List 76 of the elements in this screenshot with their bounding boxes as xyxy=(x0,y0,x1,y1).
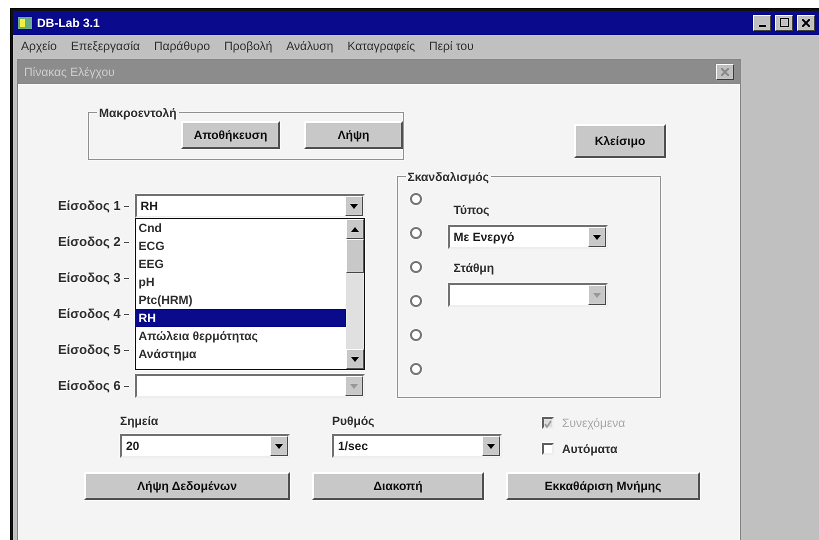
down-arrow-icon xyxy=(350,384,358,388)
input-label: Είσοδος 1 xyxy=(58,197,121,216)
scroll-thumb[interactable] xyxy=(346,239,364,273)
down-arrow-icon xyxy=(350,204,358,208)
close-icon xyxy=(802,18,810,27)
radio-button[interactable] xyxy=(410,295,422,307)
close-dialog-button[interactable]: Κλείσιμο xyxy=(574,124,666,158)
input-label: Είσοδος 4 xyxy=(58,305,121,324)
minimize-button[interactable] xyxy=(753,15,771,31)
dropdown-arrow-button[interactable] xyxy=(588,285,606,305)
input-label: Είσοδος 2 xyxy=(58,233,121,252)
radio-button[interactable] xyxy=(410,193,422,205)
dropdown-arrow-button[interactable] xyxy=(482,436,500,456)
dropdown-option[interactable]: Ptc(HRM) xyxy=(136,291,346,309)
down-arrow-icon xyxy=(592,234,601,240)
type-label: Τύπος xyxy=(454,202,490,219)
action-button[interactable]: Εκκαθάριση Μνήμης xyxy=(506,472,700,500)
window-title: DB-Lab 3.1 xyxy=(37,15,101,32)
radio-button[interactable] xyxy=(410,227,422,239)
maximize-icon xyxy=(780,18,788,28)
app-icon xyxy=(17,16,33,30)
checkbox[interactable] xyxy=(542,443,554,455)
input-label: Είσοδος 5 xyxy=(58,341,121,360)
dropdown-option[interactable]: ECG xyxy=(136,237,346,255)
rate-dropdown[interactable]: 1/sec xyxy=(332,434,502,458)
radio-button[interactable] xyxy=(410,329,422,341)
action-button[interactable]: Λήψη Δεδομένων xyxy=(84,472,290,500)
radio-button[interactable] xyxy=(410,261,422,273)
input-dropdown[interactable]: RH xyxy=(134,194,365,218)
points-label: Σημεία xyxy=(120,413,160,430)
level-label: Στάθμη xyxy=(454,260,496,277)
dropdown-option[interactable]: Απώλεια θερμότητας xyxy=(136,327,346,345)
input-label: Είσοδος 6 xyxy=(58,377,121,396)
rate-label: Ρυθμός xyxy=(332,413,376,430)
menu-item[interactable]: Αρχείο xyxy=(21,37,57,55)
menu-item[interactable]: Καταγραφείς xyxy=(347,37,416,55)
down-arrow-icon xyxy=(487,444,495,448)
dropdown-option[interactable]: EEG xyxy=(136,255,346,273)
scroll-up-button[interactable] xyxy=(346,219,364,239)
maximize-button[interactable] xyxy=(775,15,793,31)
action-button[interactable]: Διακοπή xyxy=(312,472,484,500)
input-dropdown[interactable] xyxy=(134,374,365,398)
down-arrow-icon xyxy=(275,444,283,448)
dropdown-option[interactable]: RH xyxy=(136,309,346,327)
macro-button[interactable]: Λήψη xyxy=(304,121,403,149)
points-dropdown[interactable]: 20 xyxy=(120,434,290,458)
close-icon xyxy=(721,68,729,76)
checkmark-icon xyxy=(544,420,552,428)
menu-item[interactable]: Ανάλυση xyxy=(286,37,334,55)
dropdown-arrow-button[interactable] xyxy=(588,227,606,247)
checkbox-label: Συνεχόμενα xyxy=(562,415,626,432)
dropdown-option[interactable]: Ανάστημα xyxy=(136,345,346,363)
down-arrow-icon xyxy=(350,356,359,362)
dropdown-option[interactable]: Cnd xyxy=(136,219,346,237)
scrollbar[interactable] xyxy=(346,219,364,369)
menu-item[interactable]: Προβολή xyxy=(224,37,272,55)
level-dropdown[interactable] xyxy=(448,283,608,307)
macro-button[interactable]: Αποθήκευση xyxy=(181,121,280,149)
dialog-close-button[interactable] xyxy=(716,64,734,80)
radio-button[interactable] xyxy=(410,363,422,375)
scroll-down-button[interactable] xyxy=(346,349,364,369)
input-label: Είσοδος 3 xyxy=(58,269,121,288)
dropdown-arrow-button[interactable] xyxy=(270,436,288,456)
type-dropdown[interactable]: Με Ενεργό xyxy=(448,225,608,249)
menu-item[interactable]: Παράθυρο xyxy=(154,37,210,55)
dropdown-arrow-button[interactable] xyxy=(344,376,363,396)
dropdown-option[interactable]: pH xyxy=(136,273,346,291)
minimize-icon xyxy=(758,24,766,27)
dropdown-arrow-button[interactable] xyxy=(344,196,363,216)
down-arrow-icon xyxy=(592,292,601,298)
menu-item[interactable]: Επεξεργασία xyxy=(70,37,140,55)
up-arrow-icon xyxy=(350,226,359,232)
dialog-title: Πίνακας Ελέγχου xyxy=(24,64,115,81)
checkbox-label: Αυτόματα xyxy=(562,441,618,458)
close-button[interactable] xyxy=(797,15,815,31)
menu-item[interactable]: Περί του xyxy=(429,37,474,55)
